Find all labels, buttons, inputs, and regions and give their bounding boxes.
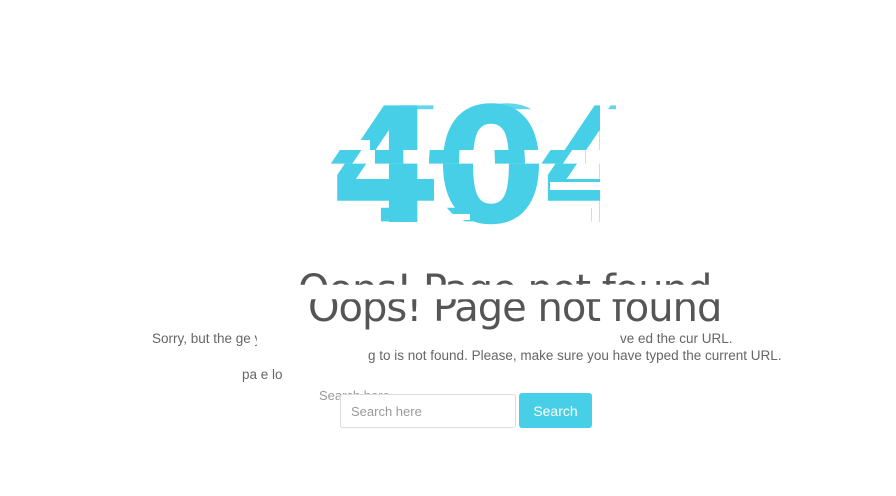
glitch-bar [550, 182, 600, 190]
error-page: 404 404 404 404 Oops! Page not found Oop… [0, 0, 896, 496]
glitch-bar [440, 214, 470, 220]
error-message: Sorry, but the ge you are looking for is… [150, 330, 781, 382]
search-form: Search [340, 393, 600, 430]
search-input[interactable] [340, 394, 516, 428]
error-message-fragment-b: ve ed the cur URL. [620, 331, 733, 346]
glitch-bar [330, 140, 370, 150]
error-message-line2: g to is not found. Please, make sure you… [368, 348, 782, 363]
page-title-bottom: Oops! Page not found [308, 285, 722, 331]
error-code: 404 404 404 404 [316, 82, 616, 252]
search-button[interactable]: Search [519, 393, 592, 428]
error-message-line3: pa e lo [242, 367, 283, 382]
error-message-fragment-a: Sorry, but the ge you are looking for is… [152, 331, 402, 346]
page-title: Oops! Page not found Oops! Page not foun… [298, 268, 721, 338]
